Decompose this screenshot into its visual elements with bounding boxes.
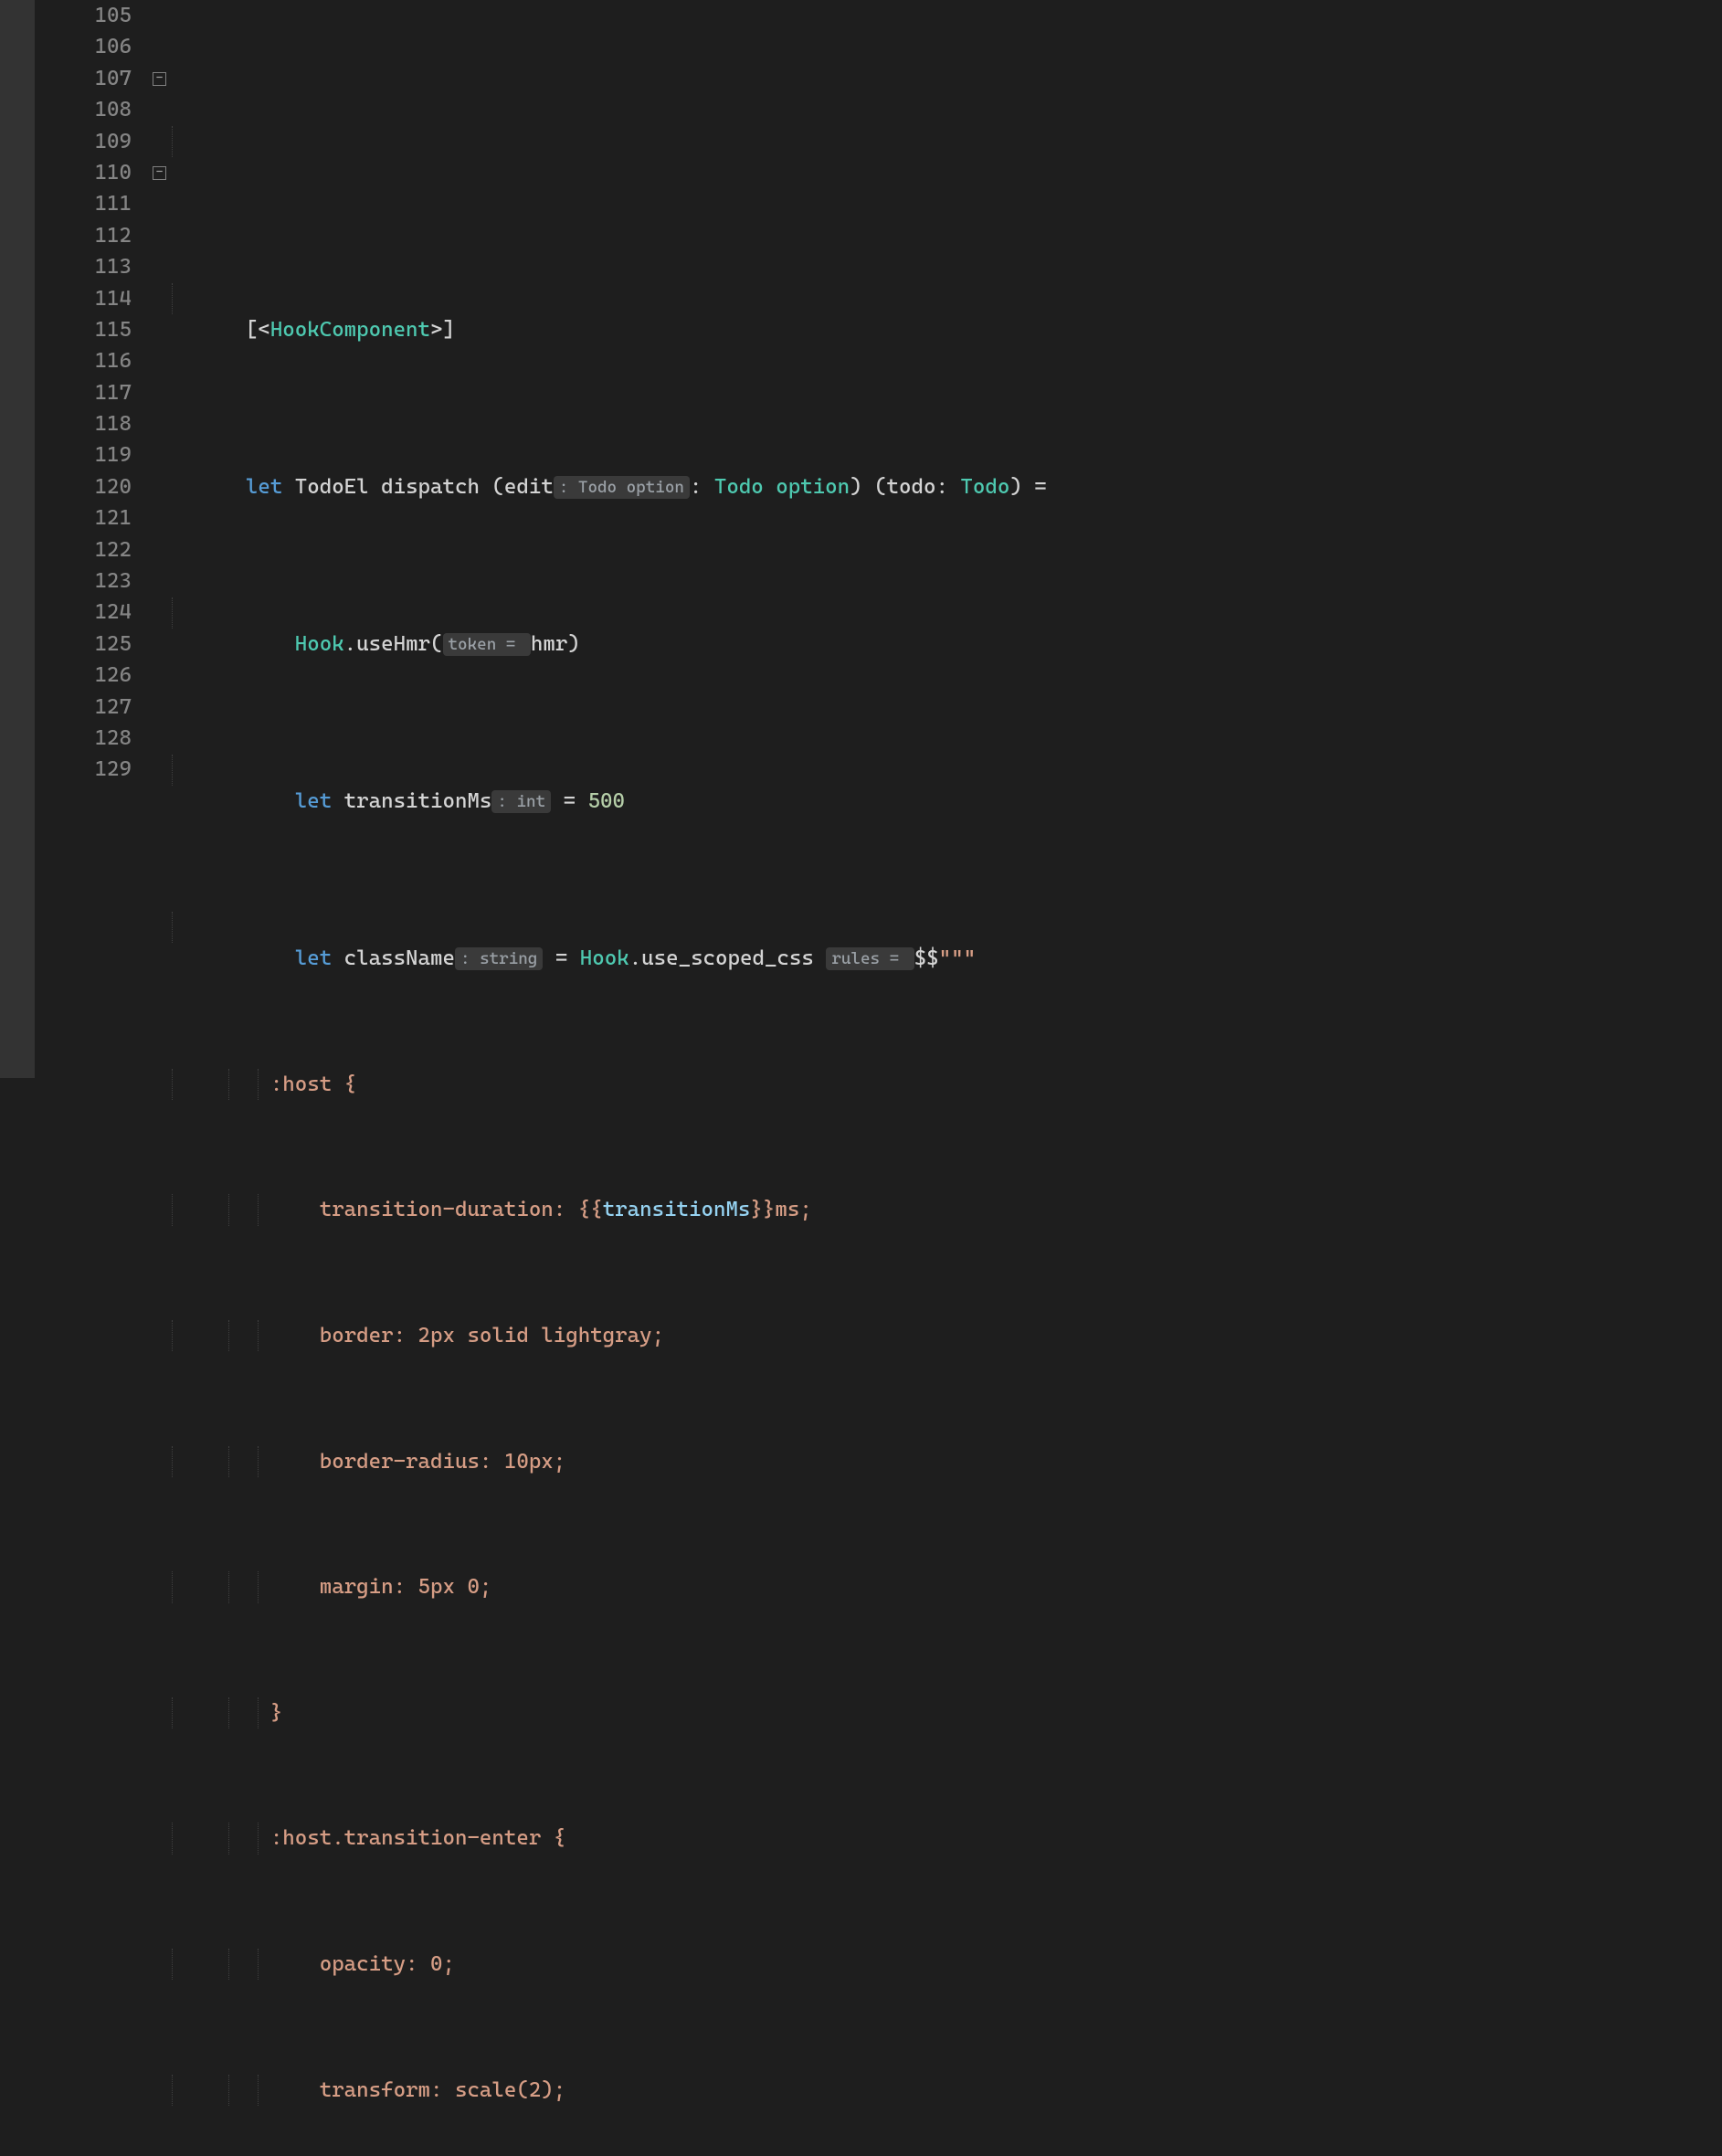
- line-number-gutter: 1051061071081091101111121131141151161171…: [35, 0, 152, 1078]
- string-content: transform: scale(2);: [172, 2078, 565, 2102]
- type-keyword: option: [776, 475, 850, 499]
- line-number: 126: [53, 660, 132, 691]
- line-number: 119: [53, 439, 132, 470]
- equals: =: [551, 789, 587, 813]
- colon: :: [690, 475, 714, 499]
- string-content: margin: 5px 0;: [172, 1575, 491, 1599]
- string-content: :host {: [172, 1073, 356, 1096]
- line-number: 111: [53, 188, 132, 219]
- folding-column: − −: [152, 0, 172, 1078]
- string-content: transition-duration: {{: [172, 1198, 603, 1221]
- code-line[interactable]: opacity: 0;: [172, 1949, 1722, 1980]
- line-number: 122: [53, 534, 132, 565]
- code-line[interactable]: [172, 126, 1722, 157]
- line-number: 121: [53, 502, 132, 534]
- string-content: opacity: 0;: [172, 1952, 455, 1976]
- inlay-hint: token =: [443, 633, 531, 656]
- code-line[interactable]: let transitionMs: int = 500: [172, 755, 1722, 786]
- fold-toggle-icon[interactable]: −: [153, 166, 166, 180]
- interp-prefix: $$: [914, 946, 939, 970]
- colon: :: [935, 475, 960, 499]
- inlay-hint: : int: [491, 790, 551, 813]
- paren: ) =: [1009, 475, 1046, 499]
- line-number: 123: [53, 565, 132, 597]
- inlay-hint: : string: [455, 947, 543, 970]
- string-content: }: [172, 1701, 282, 1725]
- line-number: 108: [53, 94, 132, 125]
- paren: (: [430, 632, 442, 656]
- dot: .: [629, 946, 641, 970]
- code-line[interactable]: Hook.useHmr(token = hmr): [172, 597, 1722, 629]
- line-number: 110: [53, 157, 132, 188]
- string-delim: """: [939, 946, 976, 970]
- identifier: edit: [504, 475, 554, 499]
- line-number: 128: [53, 723, 132, 754]
- code-line[interactable]: :host.transition-enter {: [172, 1823, 1722, 1854]
- line-number: 124: [53, 597, 132, 628]
- paren: ): [567, 632, 579, 656]
- code-line[interactable]: transition-duration: {{transitionMs}}ms;: [172, 1194, 1722, 1225]
- line-number: 117: [53, 377, 132, 408]
- code-line[interactable]: let className: string = Hook.use_scoped_…: [172, 912, 1722, 943]
- line-number: 105: [53, 0, 132, 31]
- identifier: TodoEl: [295, 475, 381, 499]
- code-line[interactable]: [<HookComponent>]: [172, 283, 1722, 314]
- keyword: let: [295, 789, 344, 813]
- inlay-hint: : Todo option: [554, 476, 690, 499]
- paren: (: [491, 475, 503, 499]
- line-number: 120: [53, 471, 132, 502]
- keyword: let: [295, 946, 344, 970]
- inlay-hint: rules =: [826, 947, 914, 970]
- line-number: 127: [53, 692, 132, 723]
- fold-toggle-icon[interactable]: −: [153, 72, 166, 86]
- module-name: Hook: [295, 632, 344, 656]
- code-line[interactable]: :host {: [172, 1069, 1722, 1100]
- dot: .: [344, 632, 356, 656]
- line-number: 114: [53, 283, 132, 314]
- paren: ) (: [850, 475, 886, 499]
- code-line[interactable]: border-radius: 10px;: [172, 1446, 1722, 1477]
- line-number: 107: [53, 63, 132, 94]
- line-number: 118: [53, 408, 132, 439]
- line-number: 109: [53, 126, 132, 157]
- number-literal: 500: [588, 789, 625, 813]
- activity-bar: [0, 0, 35, 1078]
- interpolated-var: transitionMs: [603, 1198, 751, 1221]
- code-line[interactable]: border: 2px solid lightgray;: [172, 1320, 1722, 1351]
- string-content: border-radius: 10px;: [172, 1450, 565, 1474]
- bracket: [<: [246, 318, 270, 342]
- code-line[interactable]: let TodoEl dispatch (edit: Todo option: …: [172, 440, 1722, 471]
- code-editor[interactable]: 1051061071081091101111121131141151161171…: [0, 0, 1722, 1078]
- string-content: border: 2px solid lightgray;: [172, 1324, 664, 1348]
- module-name: Hook: [580, 946, 629, 970]
- code-line[interactable]: transform: scale(2);: [172, 2075, 1722, 2106]
- identifier: transitionMs: [344, 789, 492, 813]
- type-name: HookComponent: [270, 318, 430, 342]
- identifier: dispatch: [381, 475, 491, 499]
- line-number: 129: [53, 754, 132, 785]
- keyword: let: [246, 475, 295, 499]
- string-content: :host.transition-enter {: [172, 1826, 565, 1850]
- function-name: useHmr: [356, 632, 430, 656]
- line-number: 116: [53, 345, 132, 376]
- equals: =: [543, 946, 579, 970]
- code-line[interactable]: }: [172, 1697, 1722, 1728]
- type-name: Todo: [714, 475, 776, 499]
- line-number: 112: [53, 220, 132, 251]
- line-number: 125: [53, 629, 132, 660]
- line-number: 106: [53, 31, 132, 62]
- function-name: use_scoped_css: [641, 946, 826, 970]
- code-line[interactable]: margin: 5px 0;: [172, 1571, 1722, 1602]
- code-content[interactable]: [<HookComponent>] let TodoEl dispatch (e…: [172, 0, 1722, 1078]
- type-name: Todo: [960, 475, 1009, 499]
- identifier: hmr: [531, 632, 567, 656]
- line-number: 115: [53, 314, 132, 345]
- bracket: >]: [430, 318, 455, 342]
- line-number: 113: [53, 251, 132, 282]
- identifier: todo: [887, 475, 936, 499]
- string-content: }}ms;: [750, 1198, 811, 1221]
- identifier: className: [344, 946, 455, 970]
